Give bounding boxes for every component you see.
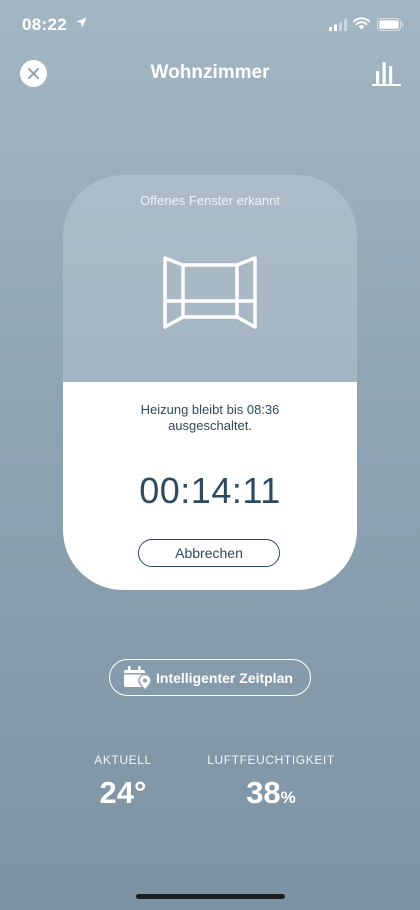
battery-icon — [377, 18, 404, 31]
smart-schedule-label: Intelligenter Zeitplan — [156, 670, 293, 686]
smart-schedule-button[interactable]: Intelligenter Zeitplan — [109, 659, 311, 696]
page-title: Wohnzimmer — [150, 62, 270, 83]
home-indicator[interactable] — [136, 894, 285, 899]
cancel-button[interactable]: Abbrechen — [138, 539, 280, 567]
card-heading: Offenes Fenster erkannt — [140, 193, 280, 208]
open-window-card: Offenes Fenster erkannt Heizung bleibt b… — [63, 175, 357, 590]
calendar-location-icon — [124, 666, 152, 691]
humidity: LUFTFEUCHTIGKEIT 38% — [200, 753, 342, 811]
open-window-icon — [163, 256, 257, 329]
humidity-value: 38 — [246, 775, 281, 810]
current-temperature-label: AKTUELL — [94, 753, 152, 767]
current-temperature-value: 24° — [99, 775, 147, 810]
cellular-signal-icon — [329, 19, 347, 31]
location-arrow-icon — [76, 17, 87, 28]
bar-chart-icon[interactable] — [372, 60, 401, 86]
card-top-section: Offenes Fenster erkannt — [63, 175, 357, 382]
humidity-label: LUFTFEUCHTIGKEIT — [207, 753, 335, 767]
status-bar: 08:22 — [0, 0, 420, 48]
card-bottom-section: Heizung bleibt bis 08:36 ausgeschaltet. … — [63, 382, 357, 590]
status-time: 08:22 — [22, 15, 67, 34]
current-temperature: AKTUELL 24° — [68, 753, 178, 811]
countdown-timer: 00:14:11 — [139, 470, 281, 511]
heating-info-text: Heizung bleibt bis 08:36 ausgeschaltet. — [140, 402, 280, 433]
humidity-value-row: 38% — [200, 775, 342, 811]
wifi-icon — [353, 17, 370, 30]
humidity-unit: % — [280, 788, 296, 807]
